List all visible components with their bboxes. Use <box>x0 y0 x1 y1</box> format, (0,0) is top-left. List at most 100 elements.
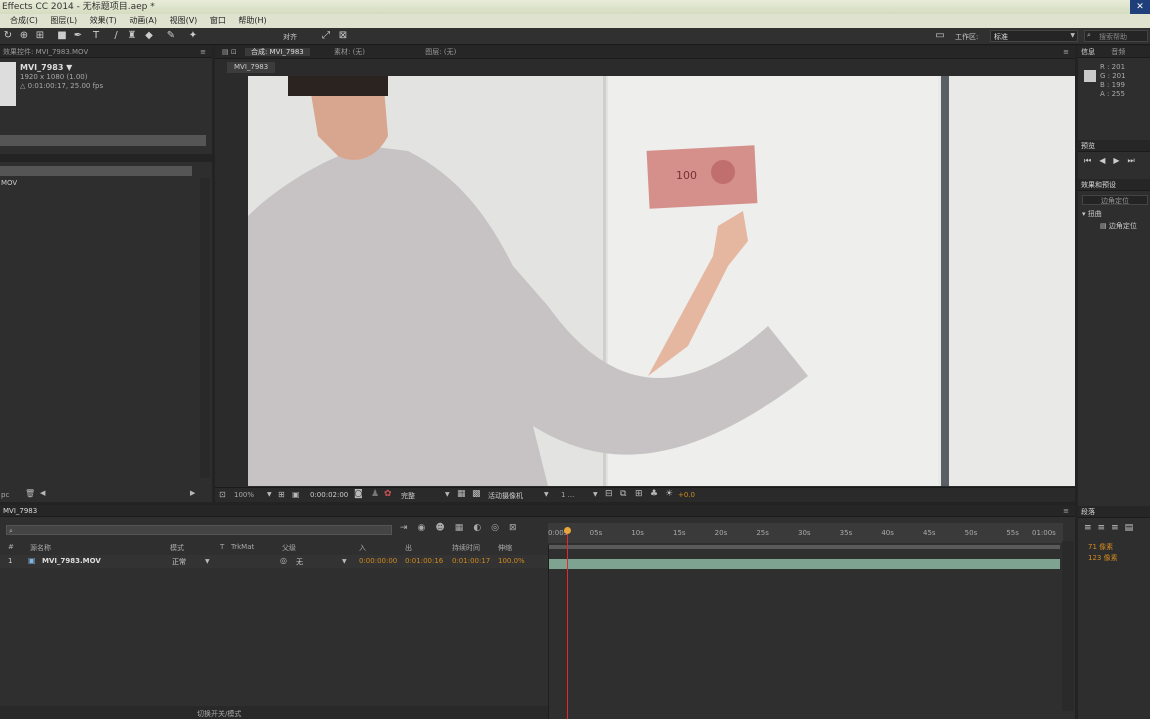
exposure-value[interactable]: +0.0 <box>678 491 695 499</box>
col-mode[interactable]: 模式 <box>170 543 184 553</box>
layer-mode[interactable]: 正常 <box>172 557 186 567</box>
col-out[interactable]: 出 <box>405 543 412 553</box>
grid-snap-icon[interactable]: ⊠ <box>337 30 349 42</box>
indent-first[interactable]: 123 像素 <box>1088 553 1118 563</box>
help-search-input[interactable]: ⌕ 搜索帮助 <box>1084 30 1148 42</box>
timeline-icon[interactable]: ⊞ <box>635 489 643 499</box>
col-duration[interactable]: 持续时间 <box>452 543 480 553</box>
menu-layer[interactable]: 图层(L) <box>50 16 77 25</box>
roto-brush-icon[interactable]: ✎ <box>165 30 177 42</box>
pen-tool-icon[interactable]: ✒ <box>72 30 84 42</box>
first-frame-icon[interactable]: ⏮ <box>1084 156 1099 165</box>
project-search-input[interactable] <box>0 166 192 176</box>
layer-stretch[interactable]: 100.0% <box>498 557 525 565</box>
tab-layer[interactable]: 图层: (无) <box>425 48 456 56</box>
scroll-left-icon[interactable]: ◀ <box>40 489 45 497</box>
views-select[interactable]: 1 ... <box>561 491 574 499</box>
align-right-icon[interactable]: ≡ <box>1111 523 1125 533</box>
align-label[interactable]: 对齐 <box>283 32 297 42</box>
footage-name[interactable]: MVI_7983 ▼ <box>20 63 72 72</box>
snap-icon[interactable]: ⤢ <box>320 30 332 42</box>
align-left-icon[interactable]: ≡ <box>1084 523 1098 533</box>
project-item[interactable]: MOV <box>1 179 17 187</box>
prev-frame-icon[interactable]: ◀ <box>1099 156 1113 165</box>
graph-editor-icon[interactable]: ◎ <box>491 523 509 533</box>
camera-select[interactable]: 活动摄像机 <box>488 491 523 501</box>
indent-left[interactable]: 71 像素 <box>1088 542 1113 552</box>
scroll-right-icon[interactable]: ▶ <box>190 489 195 497</box>
resolution-select[interactable]: 完整 <box>401 491 415 501</box>
toggle-pixel-aspect-icon[interactable]: ⊟ <box>605 489 613 499</box>
layer-search-input[interactable]: ⌕ <box>6 525 392 535</box>
lock-icon[interactable]: ▤ ⊡ <box>222 48 237 56</box>
mask-visibility-icon[interactable]: ▣ <box>292 490 300 499</box>
panel-menu-icon[interactable]: ≡ <box>200 46 206 58</box>
workspace-select[interactable]: 标准 ▼ <box>990 30 1078 42</box>
layer-name[interactable]: MVI_7983.MOV <box>42 557 101 565</box>
eraser-tool-icon[interactable]: ◆ <box>143 30 155 42</box>
layer-duration[interactable]: 0:01:00:17 <box>452 557 490 565</box>
panel-menu-icon[interactable]: ≡ <box>1063 46 1069 58</box>
flowchart-icon[interactable]: ♣ <box>650 489 658 499</box>
justify-icon[interactable]: ▤ <box>1125 523 1140 533</box>
effects-presets-tab[interactable]: 效果和预设 <box>1078 179 1150 191</box>
puppet-pin-icon[interactable]: ✦ <box>187 30 199 42</box>
col-in[interactable]: 入 <box>359 543 366 553</box>
play-icon[interactable]: ▶ <box>1113 156 1127 165</box>
layer-out[interactable]: 0:01:00:16 <box>405 557 443 565</box>
menu-animation[interactable]: 动画(A) <box>129 16 157 25</box>
transparency-grid-icon[interactable]: ▩ <box>472 489 481 499</box>
region-of-interest-icon[interactable]: ▦ <box>457 489 466 499</box>
menu-window[interactable]: 窗口 <box>210 16 226 25</box>
zoom-select[interactable]: 100% <box>234 491 254 499</box>
exposure-icon[interactable]: ☀ <box>665 489 673 499</box>
type-tool-icon[interactable]: T <box>90 30 102 42</box>
layer-parent[interactable]: 无 <box>296 557 303 567</box>
playhead-handle[interactable] <box>564 527 571 534</box>
timeline-tab[interactable]: MVI_7983 ≡ <box>0 505 1075 517</box>
clone-stamp-icon[interactable]: ♜ <box>126 30 138 42</box>
menu-effect[interactable]: 效果(T) <box>90 16 117 25</box>
panel-menu-icon[interactable]: ≡ <box>1063 505 1069 517</box>
close-window-button[interactable]: ✕ <box>1130 0 1150 14</box>
rotate-tool-icon[interactable]: ↻ <box>2 30 14 42</box>
paragraph-panel-tab[interactable]: 段落 <box>1078 506 1150 518</box>
tab-composition[interactable]: 合成: MVI_7983 <box>244 48 310 56</box>
col-parent[interactable]: 父级 <box>282 543 296 553</box>
pick-whip-icon[interactable]: ◎ <box>280 556 287 565</box>
pan-behind-icon[interactable]: ⊞ <box>34 30 46 42</box>
tab-footage[interactable]: 素材: (无) <box>334 48 365 56</box>
draft-3d-icon[interactable]: ◉ <box>418 523 436 533</box>
col-t[interactable]: T <box>220 543 224 551</box>
motion-blur-icon[interactable]: ◐ <box>473 523 491 533</box>
fast-preview-icon[interactable]: ⧉ <box>620 489 626 499</box>
preview-panel-tab[interactable]: 预览 <box>1078 140 1150 152</box>
always-preview-icon[interactable]: ⊡ <box>219 490 226 499</box>
col-trkmat[interactable]: TrkMat <box>231 543 254 551</box>
effect-item[interactable]: ▤ 边角定位 <box>1100 221 1137 231</box>
menu-view[interactable]: 视图(V) <box>170 16 198 25</box>
shy-icon[interactable]: ☻ <box>435 523 454 533</box>
current-timecode[interactable]: 0:00:02:00 <box>310 491 348 499</box>
brainstorm-icon[interactable]: ⊠ <box>509 523 527 533</box>
col-stretch[interactable]: 伸缩 <box>498 543 512 553</box>
layer-in[interactable]: 0:00:00:00 <box>359 557 397 565</box>
scrollbar[interactable] <box>200 178 210 478</box>
safe-margins-icon[interactable]: ⊞ <box>278 490 285 499</box>
effects-search-input[interactable]: 边角定位 <box>1082 195 1148 205</box>
show-snapshot-icon[interactable]: ♟ <box>371 489 379 499</box>
menu-composition[interactable]: 合成(C) <box>10 16 38 25</box>
toggle-switches-modes[interactable]: 切换开关/模式 <box>197 709 241 719</box>
brush-tool-icon[interactable]: / <box>110 30 122 42</box>
snapshot-icon[interactable]: ◙ <box>354 489 363 499</box>
layer-duration-bar[interactable] <box>548 559 1060 569</box>
time-ruler[interactable]: 0:00s 05s 10s 15s 20s 25s 30s 35s 40s 45s 50s 55s 01… <box>548 523 1063 543</box>
col-source-name[interactable]: 源名称 <box>30 543 51 553</box>
timeline-scrollbar[interactable] <box>1062 541 1074 711</box>
search-bar[interactable] <box>0 135 206 146</box>
tab-info[interactable]: 信息 <box>1081 48 1095 56</box>
effect-category[interactable]: ▾ 扭曲 <box>1082 209 1102 219</box>
composition-mini-flowchart-icon[interactable]: ⇥ <box>400 523 418 533</box>
work-area-bar[interactable] <box>548 545 1060 549</box>
channel-icon[interactable]: ✿ <box>384 489 392 499</box>
